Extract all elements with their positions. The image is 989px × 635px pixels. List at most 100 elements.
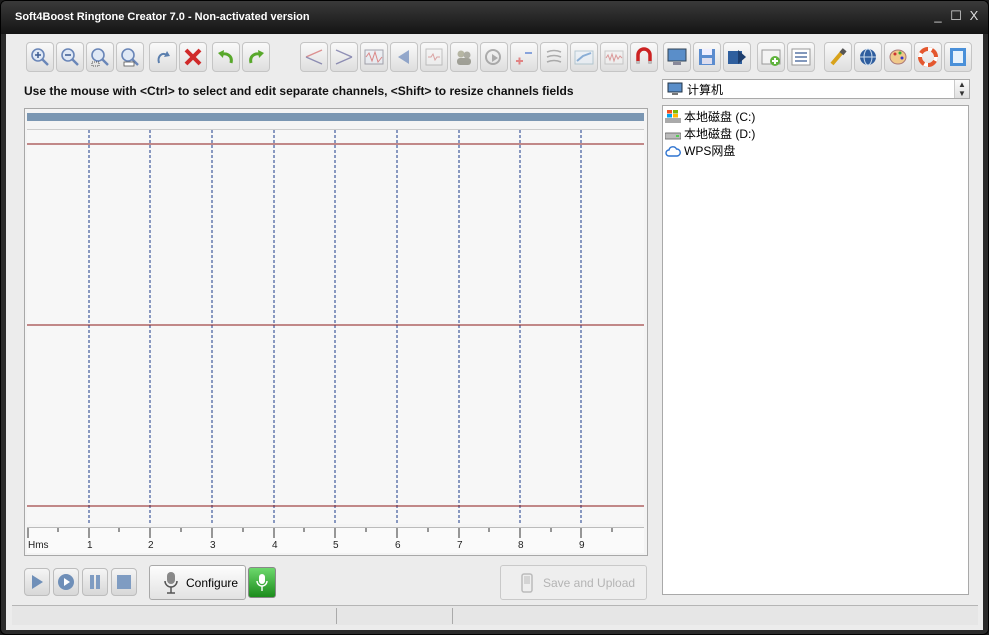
magnet-icon <box>636 47 652 64</box>
tree-item-label: 本地磁盘 (D:) <box>684 127 756 141</box>
ruler-label: 9 <box>579 540 585 551</box>
windows-drive-icon <box>665 109 681 123</box>
stop-icon <box>117 575 131 589</box>
client-area: Use the mouse with <Ctrl> to select and … <box>6 34 983 630</box>
pause-icon <box>90 575 100 589</box>
maximize-button[interactable]: ☐ <box>948 7 964 25</box>
computer-small-icon <box>667 82 683 95</box>
zoom-100-button[interactable] <box>116 42 144 72</box>
location-dropdown[interactable]: 计算机 ▲ ▼ <box>662 79 970 99</box>
redo-button[interactable] <box>242 42 270 72</box>
fade-in-button[interactable] <box>300 42 328 72</box>
time-ruler[interactable]: Hms 1 2 3 4 5 6 7 8 9 <box>27 527 644 553</box>
add-file-button[interactable] <box>757 42 785 72</box>
status-separator <box>336 608 337 624</box>
play-selection-icon <box>58 574 74 590</box>
close-button[interactable]: X <box>966 7 982 25</box>
play-selection-button[interactable] <box>53 568 79 596</box>
save-file-button[interactable] <box>693 42 721 72</box>
play-icon <box>32 575 43 589</box>
tree-item-label: WPS网盘 <box>684 144 736 158</box>
volume-icon <box>516 52 532 65</box>
save-and-upload-button[interactable]: Save and Upload <box>500 565 647 600</box>
ruler-label: 2 <box>148 540 154 551</box>
silence-button[interactable] <box>420 42 448 72</box>
web-button[interactable] <box>854 42 882 72</box>
waveform-panel[interactable]: Hms 1 2 3 4 5 6 7 8 9 <box>24 108 648 556</box>
insert-button[interactable] <box>480 42 508 72</box>
dropdown-arrow-icon[interactable]: ▲ ▼ <box>954 80 969 98</box>
zoom-in-icon <box>31 48 49 66</box>
reverse-button[interactable] <box>390 42 418 72</box>
zoom-selection-button[interactable] <box>86 42 114 72</box>
file-toolbar <box>663 40 751 74</box>
minimize-button[interactable]: _ <box>930 7 946 25</box>
folder-tree[interactable]: 本地磁盘 (C:) 本地磁盘 (D:) WPS网盘 <box>662 105 969 595</box>
normalize-button[interactable] <box>360 42 388 72</box>
noise-icon <box>604 50 624 65</box>
export-button[interactable] <box>723 42 751 72</box>
info-button[interactable] <box>944 42 972 72</box>
magnet-button[interactable] <box>630 42 658 72</box>
ruler-label: 7 <box>457 540 463 551</box>
tree-item[interactable]: WPS网盘 <box>665 142 966 159</box>
cloud-icon <box>665 145 681 157</box>
echo-button[interactable] <box>540 42 568 72</box>
overview-bar[interactable] <box>27 113 644 121</box>
mic-record-icon <box>256 573 268 591</box>
tree-item[interactable]: 本地磁盘 (C:) <box>665 108 966 125</box>
volume-button[interactable] <box>510 42 538 72</box>
titlebar[interactable]: Soft4Boost Ringtone Creator 7.0 - Non-ac… <box>1 1 988 34</box>
noise-button[interactable] <box>600 42 628 72</box>
list-button[interactable] <box>787 42 815 72</box>
silence-icon <box>425 48 443 66</box>
zoom-out-button[interactable] <box>56 42 84 72</box>
tree-item-label: 本地磁盘 (C:) <box>684 110 756 124</box>
ruler-label: 4 <box>272 540 278 551</box>
ruler-unit-label: Hms <box>28 540 49 551</box>
computer-icon <box>667 48 687 65</box>
fade-out-icon <box>335 49 353 65</box>
configure-button[interactable]: Configure <box>149 565 246 600</box>
pause-button[interactable] <box>82 568 108 596</box>
marker-button[interactable] <box>149 42 177 72</box>
phone-icon <box>521 572 533 593</box>
export-icon <box>728 50 746 64</box>
delete-button[interactable] <box>179 42 207 72</box>
save-and-upload-label: Save and Upload <box>543 575 636 590</box>
amplify-button[interactable] <box>570 42 598 72</box>
window-title: Soft4Boost Ringtone Creator 7.0 - Non-ac… <box>15 11 310 23</box>
help-icon <box>918 47 938 67</box>
configure-label: Configure <box>186 575 239 590</box>
zoom-100-icon <box>121 48 139 67</box>
computer-button[interactable] <box>663 42 691 72</box>
delete-icon <box>184 48 202 66</box>
settings-button[interactable] <box>824 42 852 72</box>
record-button[interactable] <box>248 567 276 598</box>
skin-icon <box>889 49 907 65</box>
list-toolbar <box>757 40 815 74</box>
zoom-in-button[interactable] <box>26 42 54 72</box>
waveform-grid <box>27 130 644 525</box>
stop-button[interactable] <box>111 568 137 596</box>
tree-item[interactable]: 本地磁盘 (D:) <box>665 125 966 142</box>
status-separator <box>452 608 453 624</box>
voice-button[interactable] <box>450 42 478 72</box>
add-file-icon <box>761 49 781 66</box>
waveform-area[interactable] <box>27 129 644 525</box>
fade-in-icon <box>305 49 323 65</box>
play-button[interactable] <box>24 568 50 596</box>
ruler-label: 6 <box>395 540 401 551</box>
skin-button[interactable] <box>884 42 912 72</box>
normalize-icon <box>364 49 384 65</box>
ruler-label: 1 <box>87 540 93 551</box>
microphone-icon <box>164 571 178 594</box>
instruction-hint: Use the mouse with <Ctrl> to select and … <box>24 84 574 98</box>
help-button[interactable] <box>914 42 942 72</box>
ruler-label: 8 <box>518 540 524 551</box>
zoom-out-icon <box>61 48 79 66</box>
ruler-label: 5 <box>333 540 339 551</box>
fade-out-button[interactable] <box>330 42 358 72</box>
window-controls: _ ☐ X <box>930 7 982 25</box>
undo-button[interactable] <box>212 42 240 72</box>
